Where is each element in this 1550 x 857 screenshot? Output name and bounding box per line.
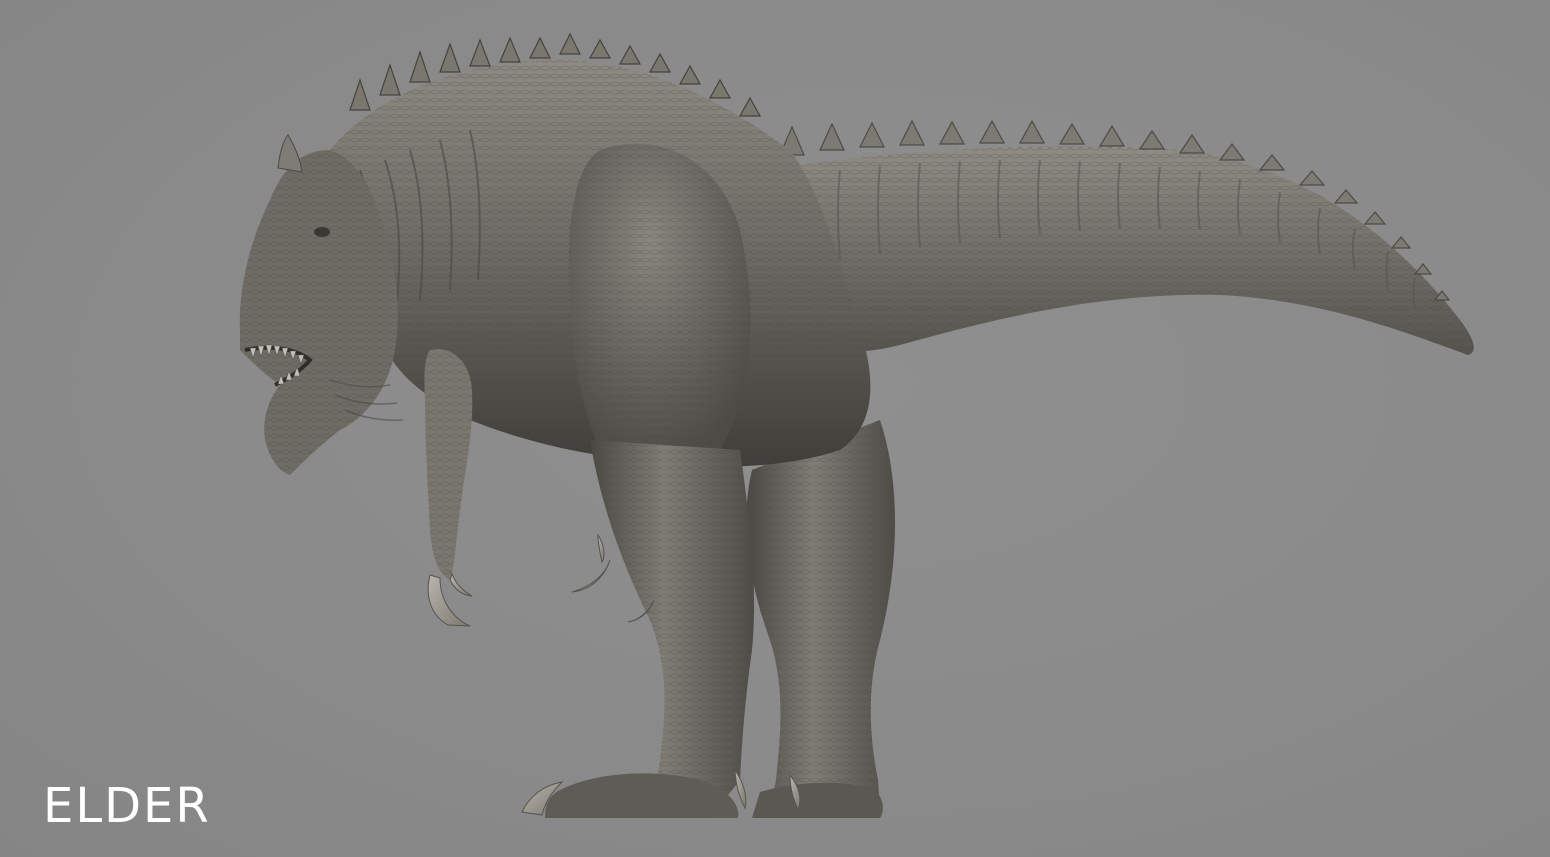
dinosaur-sculpt-image bbox=[239, 32, 1474, 818]
image-caption: ELDER bbox=[43, 778, 211, 834]
far-foot-shape bbox=[752, 782, 883, 818]
eye-shape bbox=[314, 227, 330, 237]
render-viewport bbox=[0, 0, 1550, 857]
hand-claws bbox=[427, 572, 473, 627]
brow-horn-shape bbox=[277, 134, 303, 173]
